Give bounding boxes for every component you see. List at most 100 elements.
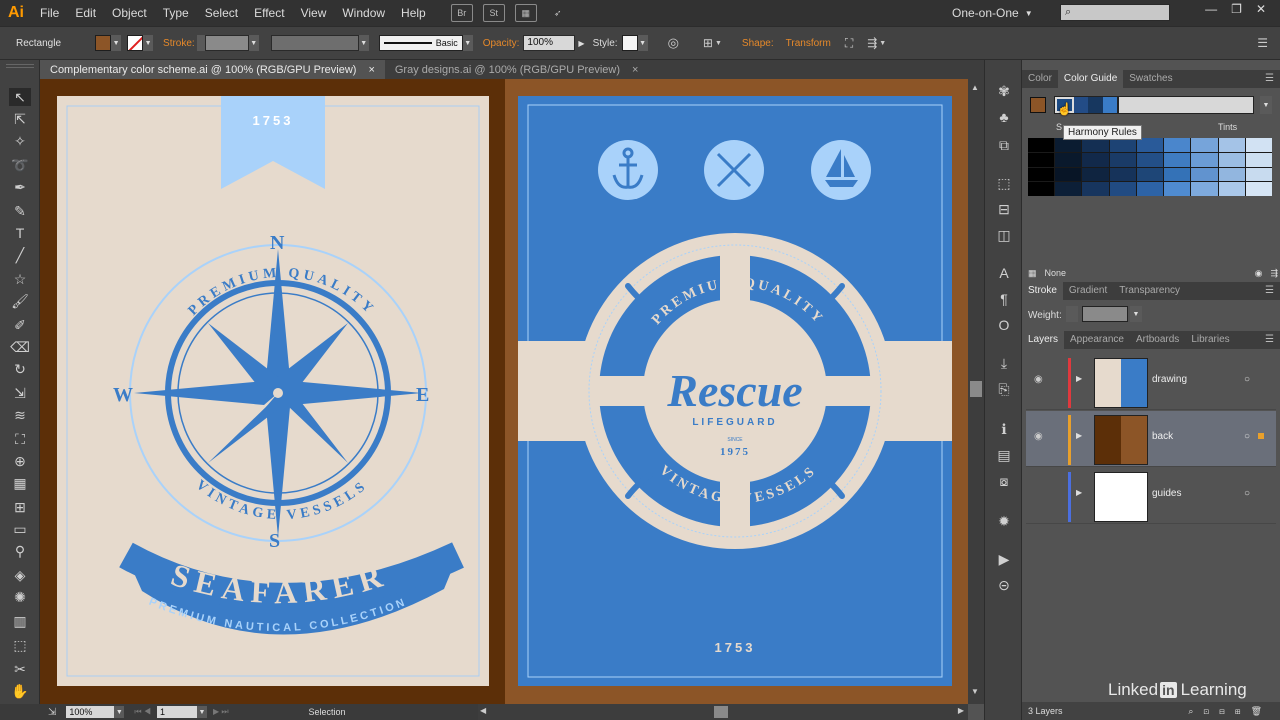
search-input[interactable]: ⌕ (1060, 4, 1170, 21)
scroll-left-icon[interactable]: ◀ (480, 706, 486, 715)
vertical-scrollbar[interactable]: ▲ ▼ (968, 79, 984, 704)
paragraph-icon[interactable]: ¶ (993, 290, 1015, 308)
zoom-dropdown[interactable]: ▼ (114, 706, 125, 718)
target-icon[interactable]: ○ (1244, 431, 1250, 442)
opentype-icon[interactable]: O (993, 316, 1015, 334)
slice-tool-icon[interactable]: ✂ (9, 660, 31, 678)
brush-definition[interactable]: Basic (378, 35, 463, 51)
width-tool-icon[interactable]: ≋ (9, 406, 31, 424)
layer-name[interactable]: back (1152, 431, 1173, 442)
edit-colors-icon[interactable]: ◉ (1255, 268, 1263, 279)
eye-icon[interactable]: ◉ (1034, 374, 1043, 385)
character-icon[interactable]: A (993, 264, 1015, 282)
minimize-icon[interactable]: — (1205, 2, 1217, 16)
menu-edit[interactable]: Edit (67, 0, 104, 26)
artboard-dropdown[interactable]: ▼ (196, 706, 207, 718)
bridge-icon[interactable]: Br (450, 4, 473, 22)
asset-export-icon[interactable]: ⤓ (993, 354, 1015, 372)
graphic-style-swatch[interactable] (621, 35, 638, 51)
tab-complementary[interactable]: Complementary color scheme.ai @ 100% (RG… (40, 60, 385, 79)
horizontal-scrollbar[interactable]: ◀ ▶ (478, 704, 968, 720)
profile-dropdown[interactable]: ▼ (358, 35, 369, 51)
harmony-rules-dropdown[interactable] (1118, 96, 1254, 114)
tab-stroke[interactable]: Stroke (1022, 282, 1063, 300)
last-artboard-icon[interactable]: ▶ ⏭ (213, 707, 229, 717)
tab-transparency[interactable]: Transparency (1113, 282, 1186, 300)
free-transform-tool-icon[interactable]: ⛶ (9, 430, 31, 448)
style-dropdown[interactable]: ▼ (637, 35, 648, 51)
weight-field[interactable] (1082, 306, 1128, 322)
scale-tool-icon[interactable]: ⇲ (9, 384, 31, 402)
expand-arrow-icon[interactable]: ▶ (1076, 488, 1082, 497)
perspective-grid-tool-icon[interactable]: ▦ (9, 474, 31, 492)
menu-file[interactable]: File (32, 0, 67, 26)
selection-indicator[interactable] (1258, 433, 1264, 439)
graphic-styles-icon[interactable]: ⧉ (993, 136, 1015, 154)
brush-dropdown[interactable]: ▼ (462, 35, 473, 51)
image-trace-icon[interactable]: ⧇ (993, 472, 1015, 490)
harmony-rules-chevron[interactable]: ▼ (1260, 96, 1272, 114)
chevron-right-icon[interactable]: ▶ (578, 39, 584, 48)
stroke-weight-dropdown[interactable]: ▼ (248, 35, 259, 51)
stroke-label[interactable]: Stroke: (163, 38, 195, 49)
lasso-tool-icon[interactable]: ➰ (9, 156, 31, 174)
artboard-seafarer[interactable]: 1753 N S W E PREMIUM QUALITY VINTAGE VES… (57, 96, 489, 686)
target-icon[interactable]: ○ (1244, 374, 1250, 385)
symbol-sprayer-icon[interactable]: ✾ (993, 82, 1015, 100)
layer-row-back[interactable]: ◉ ▶ back ○ (1026, 411, 1276, 467)
tools-grip[interactable] (6, 64, 34, 68)
artboard-rescue[interactable]: PREMIUM QUALITY VINTAGE VESSELS Rescue L… (518, 96, 952, 686)
eyedropper-tool-icon[interactable]: ⚲ (9, 542, 31, 560)
tab-gradient[interactable]: Gradient (1063, 282, 1113, 300)
blend-tool-icon[interactable]: ◈ (9, 566, 31, 584)
info-icon[interactable]: ℹ (993, 420, 1015, 438)
gradient-tool-icon[interactable]: ▭ (9, 520, 31, 538)
stroke-weight-field[interactable] (204, 35, 249, 51)
scroll-right-icon[interactable]: ▶ (958, 706, 964, 715)
star-tool-icon[interactable]: ☆ (9, 270, 31, 288)
align-icon[interactable]: ⊞ (703, 36, 713, 50)
menu-select[interactable]: Select (197, 0, 246, 26)
expand-arrow-icon[interactable]: ▶ (1076, 374, 1082, 383)
zoom-input[interactable]: 100% (66, 706, 115, 718)
transform-icon[interactable]: ⬚ (993, 174, 1015, 192)
symbol-sprayer-tool-icon[interactable]: ✺ (9, 588, 31, 606)
tab-gray-designs[interactable]: Gray designs.ai @ 100% (RGB/GPU Preview)… (385, 60, 649, 79)
tab-layers[interactable]: Layers (1022, 331, 1065, 349)
scroll-down-icon[interactable]: ▼ (971, 687, 979, 696)
artboard-tool-icon[interactable]: ⬚ (9, 636, 31, 654)
stock-icon[interactable]: St (482, 4, 505, 22)
workspace-switcher[interactable]: One-on-One ▼ (952, 0, 1033, 26)
hscroll-thumb[interactable] (714, 706, 728, 718)
fill-swatch[interactable] (95, 35, 112, 51)
first-artboard-icon[interactable]: ⏮ ◀ (134, 707, 151, 717)
color-guide-grid[interactable] (1028, 138, 1272, 196)
selection-tool-icon[interactable]: ↖ (9, 88, 31, 106)
tab-artboards[interactable]: Artboards (1130, 331, 1185, 349)
opacity-label[interactable]: Opacity: (483, 38, 520, 49)
menu-type[interactable]: Type (155, 0, 197, 26)
base-color-swatch[interactable] (1030, 97, 1046, 113)
variable-width-profile[interactable] (270, 35, 359, 51)
eye-icon[interactable]: ◉ (1034, 431, 1043, 442)
weight-stepper[interactable] (1066, 306, 1078, 322)
layer-actions[interactable]: ⌕⊡⊟⊞🗑 (1188, 706, 1272, 717)
close-icon[interactable]: ✕ (1256, 2, 1266, 16)
menu-object[interactable]: Object (104, 0, 155, 26)
eraser-tool-icon[interactable]: ⌫ (9, 338, 31, 356)
pen-tool-icon[interactable]: ✒ (9, 178, 31, 196)
arrange-documents-icon[interactable]: ▦ (514, 4, 537, 22)
menu-window[interactable]: Window (334, 0, 393, 26)
weight-dropdown[interactable]: ▼ (1130, 306, 1142, 322)
pathfinder-icon[interactable]: ◫ (993, 226, 1015, 244)
rotate-tool-icon[interactable]: ↻ (9, 360, 31, 378)
blob-brush-tool-icon[interactable]: ✐ (9, 316, 31, 334)
panel-menu-icon[interactable]: ☰ (1265, 331, 1274, 349)
save-group-icon[interactable]: ⇶ (1270, 268, 1278, 279)
shape-label[interactable]: Shape: (742, 38, 774, 49)
close-icon[interactable]: × (632, 64, 638, 76)
stroke-weight-stepper[interactable] (196, 35, 205, 51)
opacity-input[interactable]: 100% (523, 35, 576, 51)
artboard-nav-icon[interactable]: ⇲ (48, 707, 56, 718)
close-icon[interactable]: × (368, 64, 374, 76)
